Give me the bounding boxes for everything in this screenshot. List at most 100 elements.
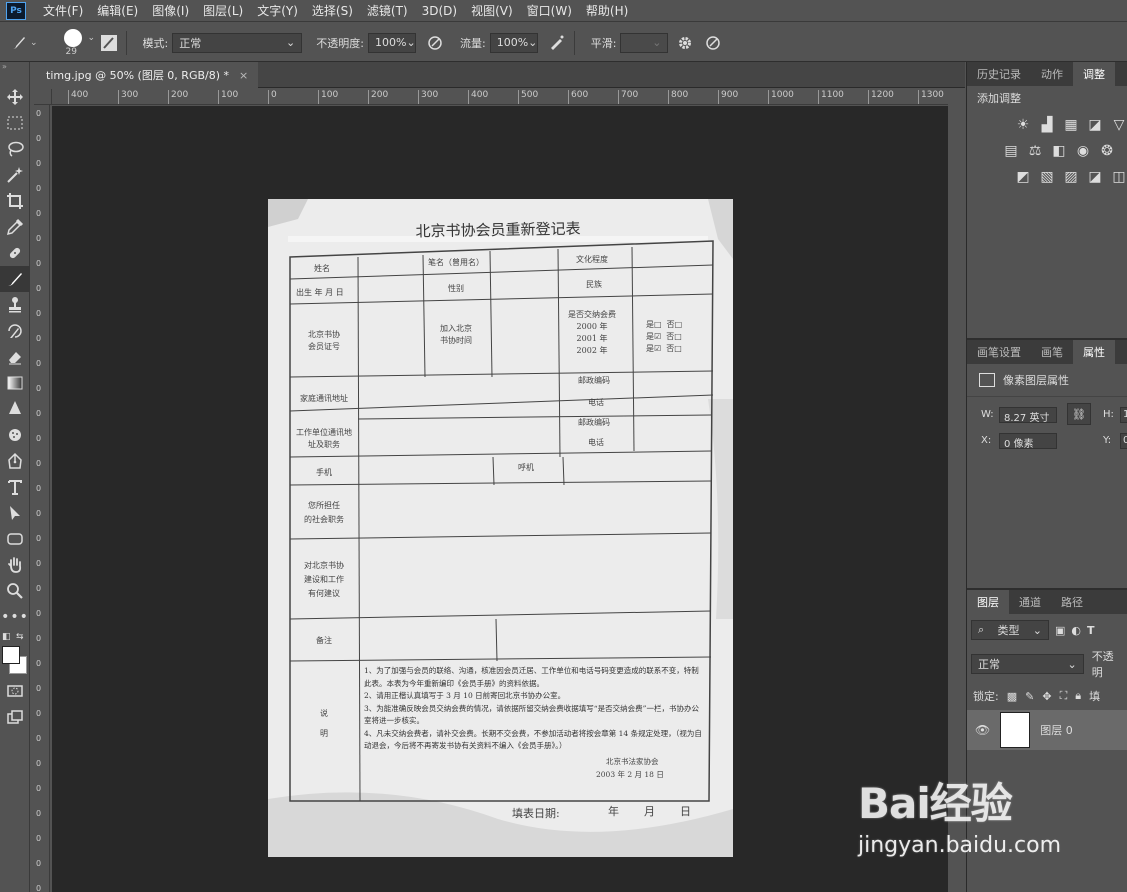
lock-position-icon[interactable]: ✥ (1042, 690, 1051, 703)
menu-edit[interactable]: 编辑(E) (90, 2, 145, 19)
threshold-icon[interactable]: ▨ (1059, 166, 1083, 188)
invert-icon[interactable]: ◩ (1011, 166, 1035, 188)
menu-window[interactable]: 窗口(W) (520, 2, 579, 19)
history-brush-tool-icon[interactable] (0, 318, 30, 344)
photo-filter-icon[interactable]: ◉ (1071, 140, 1095, 162)
height-input[interactable]: 1 (1120, 407, 1127, 423)
x-input[interactable]: 0 像素 (999, 433, 1057, 450)
vertical-ruler[interactable]: 0 0 0 0 0 0 0 0 0 0 0 0 0 0 0 0 0 0 0 0 0 0 0 0 0 0 0 0 0 0 0 0 (34, 105, 50, 892)
color-balance-icon[interactable]: ⚖ (1023, 140, 1047, 162)
quick-mask-icon[interactable] (0, 678, 30, 704)
y-input[interactable]: 0 (1120, 433, 1127, 449)
tab-layers[interactable]: 图层 (967, 590, 1009, 614)
airbrush-icon[interactable] (546, 32, 568, 54)
document-tab[interactable]: timg.jpg @ 50% (图层 0, RGB/8) * × (36, 62, 259, 88)
opacity-input[interactable]: 100% ⌄ (367, 32, 416, 53)
path-selection-tool-icon[interactable] (0, 500, 30, 526)
tab-properties[interactable]: 属性 (1073, 340, 1115, 364)
tab-channels[interactable]: 通道 (1009, 590, 1051, 614)
collapse-toggle[interactable]: » (0, 62, 29, 71)
tab-paths[interactable]: 路径 (1051, 590, 1093, 614)
selective-color-icon[interactable]: ◫ (1107, 166, 1127, 188)
magic-wand-tool-icon[interactable] (0, 162, 30, 188)
pressure-opacity-icon[interactable] (424, 32, 446, 54)
dodge-tool-icon[interactable] (0, 422, 30, 448)
levels-icon[interactable]: ▟ (1035, 114, 1059, 136)
mode-select[interactable]: 正常 ⌄ (172, 32, 303, 53)
marquee-tool-icon[interactable] (0, 110, 30, 136)
ruler-tick-label: 0 (36, 534, 42, 543)
pen-tool-icon[interactable] (0, 448, 30, 474)
menu-view[interactable]: 视图(V) (464, 2, 520, 19)
smoothing-input[interactable]: ⌄ (620, 32, 669, 53)
brush-tool-icon[interactable] (0, 266, 30, 292)
tab-adjustments[interactable]: 调整 (1073, 62, 1115, 86)
tab-actions[interactable]: 动作 (1031, 62, 1073, 86)
crop-tool-icon[interactable] (0, 188, 30, 214)
channel-mixer-icon[interactable]: ❂ (1095, 140, 1119, 162)
hue-saturation-icon[interactable]: ▤ (999, 140, 1023, 162)
default-colors-icon[interactable]: ◧ (2, 632, 11, 642)
tab-history[interactable]: 历史记录 (967, 62, 1031, 86)
swap-colors-icon[interactable]: ⇆ (16, 632, 24, 642)
link-icon[interactable]: ⛓ (1067, 403, 1091, 425)
rectangle-tool-icon[interactable] (0, 526, 30, 552)
document-image[interactable]: 北京书协会员重新登记表 姓名 笔名（曾用名） 文化程度 出生 年 月 日 性别 … (268, 199, 733, 857)
menu-type[interactable]: 文字(Y) (250, 2, 305, 19)
menu-image[interactable]: 图像(I) (145, 2, 196, 19)
lasso-tool-icon[interactable] (0, 136, 30, 162)
menu-filter[interactable]: 滤镜(T) (360, 2, 415, 19)
width-input[interactable]: 8.27 英寸 (999, 407, 1057, 424)
menu-3d[interactable]: 3D(D) (415, 4, 464, 18)
lock-pixels-icon[interactable]: ✎ (1025, 690, 1034, 703)
lock-all-icon[interactable]: 🔒︎ (1075, 689, 1081, 703)
layer-row[interactable]: 👁︎ 图层 0 (967, 710, 1127, 750)
filter-adjustment-icon[interactable]: ◐ (1071, 624, 1081, 637)
gear-icon[interactable] (674, 32, 696, 54)
layer-kind-filter[interactable]: ⌕ 类型 ⌄ (971, 620, 1049, 640)
foreground-color-swatch[interactable] (2, 646, 20, 664)
brightness-icon[interactable]: ☀ (1011, 114, 1035, 136)
canvas-area[interactable]: 北京书协会员重新登记表 姓名 笔名（曾用名） 文化程度 出生 年 月 日 性别 … (52, 106, 948, 892)
eraser-tool-icon[interactable] (0, 344, 30, 370)
tab-brush-settings[interactable]: 画笔设置 (967, 340, 1031, 364)
gradient-tool-icon[interactable] (0, 370, 30, 396)
eye-icon[interactable]: 👁︎ (975, 723, 990, 737)
menu-file[interactable]: 文件(F) (36, 2, 90, 19)
horizontal-ruler[interactable]: 400 300 200 100 0 100 200 300 400 500 600 700 800 900… (52, 89, 948, 105)
blur-tool-icon[interactable] (0, 396, 30, 422)
filter-pixel-icon[interactable]: ▣ (1055, 624, 1065, 637)
flow-input[interactable]: 100% ⌄ (489, 32, 538, 53)
brush-preset-icon[interactable] (8, 32, 30, 54)
filter-type-icon[interactable]: T (1087, 624, 1095, 637)
eyedropper-tool-icon[interactable] (0, 214, 30, 240)
zoom-tool-icon[interactable] (0, 578, 30, 604)
tab-brush[interactable]: 画笔 (1031, 340, 1073, 364)
brush-panel-toggle-icon[interactable] (98, 32, 120, 54)
healing-brush-tool-icon[interactable] (0, 240, 30, 266)
brush-size-picker[interactable]: 29 ⌄ (54, 25, 98, 61)
lock-transparency-icon[interactable]: ▩ (1007, 690, 1017, 703)
screen-mode-icon[interactable] (0, 704, 30, 730)
close-icon[interactable]: × (239, 69, 248, 82)
exposure-icon[interactable]: ◪ (1083, 114, 1107, 136)
menu-help[interactable]: 帮助(H) (579, 2, 635, 19)
black-white-icon[interactable]: ◧ (1047, 140, 1071, 162)
ruler-origin[interactable] (34, 89, 52, 105)
more-tools-icon[interactable]: ••• (0, 604, 30, 630)
blend-mode-select[interactable]: 正常 ⌄ (971, 654, 1084, 674)
type-tool-icon[interactable] (0, 474, 30, 500)
color-swatches[interactable]: ◧ ⇆ (0, 630, 29, 674)
clone-stamp-tool-icon[interactable] (0, 292, 30, 318)
pressure-size-icon[interactable] (702, 32, 724, 54)
hand-tool-icon[interactable] (0, 552, 30, 578)
move-tool-icon[interactable] (0, 84, 30, 110)
posterize-icon[interactable]: ▧ (1035, 166, 1059, 188)
lock-artboard-icon[interactable]: ⛶ (1060, 689, 1068, 703)
vibrance-icon[interactable]: ▽ (1107, 114, 1127, 136)
menu-layer[interactable]: 图层(L) (196, 2, 250, 19)
gradient-map-icon[interactable]: ◪ (1083, 166, 1107, 188)
curves-icon[interactable]: ▦ (1059, 114, 1083, 136)
menu-select[interactable]: 选择(S) (305, 2, 360, 19)
chevron-down-icon[interactable]: ⌄ (30, 38, 38, 48)
